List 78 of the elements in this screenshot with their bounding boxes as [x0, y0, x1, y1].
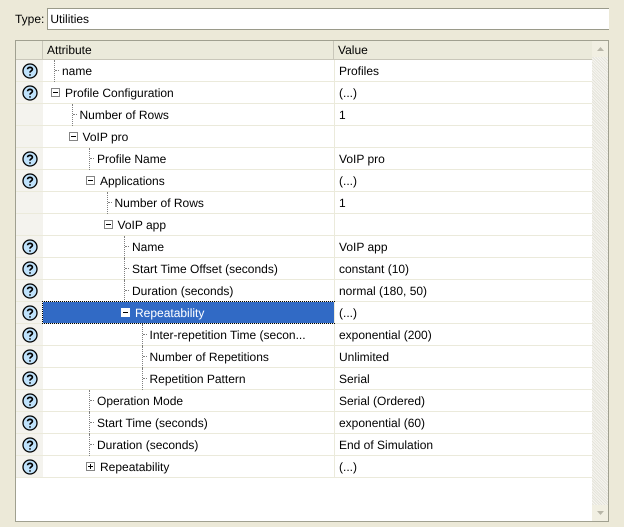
attribute-value: (...) — [339, 84, 357, 102]
help-icon[interactable] — [22, 348, 38, 364]
type-field[interactable]: Utilities — [47, 8, 609, 30]
type-label: Type: — [15, 11, 44, 28]
attribute-label: Name — [132, 238, 164, 256]
attribute-value: constant (10) — [339, 260, 410, 278]
collapse-icon[interactable] — [86, 176, 95, 185]
tree-row[interactable]: Duration (seconds) — [43, 434, 334, 455]
tree-row[interactable]: VoIP pro — [43, 126, 334, 147]
attribute-label: Number of Repetitions — [150, 348, 269, 366]
help-icon[interactable] — [22, 172, 38, 188]
tree-row[interactable]: Start Time Offset (seconds) — [43, 258, 334, 279]
attribute-label: Applications — [100, 172, 165, 190]
attribute-value: (...) — [339, 304, 357, 322]
attribute-label: Repetition Pattern — [150, 370, 246, 388]
tree-row[interactable]: Name — [43, 236, 334, 257]
help-icon[interactable] — [22, 62, 38, 78]
tree-row[interactable]: Repetition Pattern — [43, 368, 334, 389]
help-icon[interactable] — [22, 392, 38, 408]
tree-row[interactable]: Number of Repetitions — [43, 346, 334, 367]
help-icon[interactable] — [22, 436, 38, 452]
attribute-label: Profile Name — [97, 150, 166, 168]
help-icon[interactable] — [22, 414, 38, 430]
attribute-value: normal (180, 50) — [339, 282, 428, 300]
attribute-value: (...) — [339, 458, 357, 476]
help-icon[interactable] — [22, 458, 38, 474]
attribute-value: Unlimited — [339, 348, 390, 366]
attribute-label: Duration (seconds) — [132, 282, 234, 300]
attribute-label: Number of Rows — [80, 106, 169, 124]
attribute-label: Inter-repetition Time (secon... — [150, 326, 306, 344]
attribute-value: (...) — [339, 172, 357, 190]
attribute-label: Start Time (seconds) — [97, 414, 208, 432]
attribute-label: VoIP app — [118, 216, 166, 234]
attribute-value: Serial (Ordered) — [339, 392, 426, 410]
help-icon[interactable] — [22, 370, 38, 386]
attribute-value: VoIP app — [339, 238, 388, 256]
collapse-icon[interactable] — [68, 132, 78, 141]
attribute-label: Number of Rows — [114, 194, 204, 212]
help-icon[interactable] — [22, 304, 38, 320]
attribute-value: Serial — [339, 370, 370, 388]
attribute-value: 1 — [339, 106, 346, 124]
help-icon[interactable] — [22, 150, 38, 166]
tree-row[interactable]: Profile Name — [43, 148, 334, 169]
tree-row[interactable]: Profile Configuration — [43, 82, 334, 103]
tree-row[interactable]: Repeatability — [43, 456, 334, 477]
tree-row[interactable]: Inter-repetition Time (secon... — [43, 324, 334, 345]
tree-row[interactable]: Number of Rows — [43, 192, 334, 213]
attribute-value: Profiles — [339, 62, 380, 80]
column-header[interactable]: Value — [334, 41, 592, 59]
help-icon[interactable] — [22, 326, 38, 342]
tree-row[interactable]: Number of Rows — [43, 104, 334, 125]
tree-row[interactable]: Repeatability — [43, 302, 334, 323]
attribute-value: End of Simulation — [339, 436, 434, 454]
attribute-label: Operation Mode — [97, 392, 184, 410]
expand-icon[interactable] — [86, 462, 95, 471]
help-icon[interactable] — [22, 84, 38, 100]
attribute-label: Start Time Offset (seconds) — [132, 260, 278, 278]
attribute-label: name — [62, 62, 92, 80]
collapse-icon[interactable] — [51, 88, 60, 97]
tree-row[interactable]: name — [43, 60, 334, 81]
collapse-icon[interactable] — [104, 220, 112, 229]
tree-row[interactable]: Operation Mode — [43, 390, 334, 411]
attribute-label: VoIP pro — [82, 128, 128, 146]
attribute-label: Repeatability — [100, 458, 170, 476]
column-header[interactable]: Attribute — [43, 41, 334, 59]
help-icon[interactable] — [22, 260, 38, 276]
tree-row[interactable]: Start Time (seconds) — [43, 412, 334, 433]
attribute-label: Duration (seconds) — [97, 436, 198, 454]
attribute-label: Repeatability — [135, 304, 204, 322]
help-icon[interactable] — [22, 282, 38, 298]
help-icon[interactable] — [22, 238, 38, 254]
attribute-label: Profile Configuration — [65, 84, 174, 102]
attribute-value: exponential (200) — [339, 326, 432, 344]
attribute-value: exponential (60) — [339, 414, 426, 432]
tree-row[interactable]: Applications — [43, 170, 334, 191]
attribute-value: VoIP pro — [339, 150, 385, 168]
attribute-value: 1 — [339, 194, 346, 212]
tree-row[interactable]: VoIP app — [43, 214, 334, 235]
